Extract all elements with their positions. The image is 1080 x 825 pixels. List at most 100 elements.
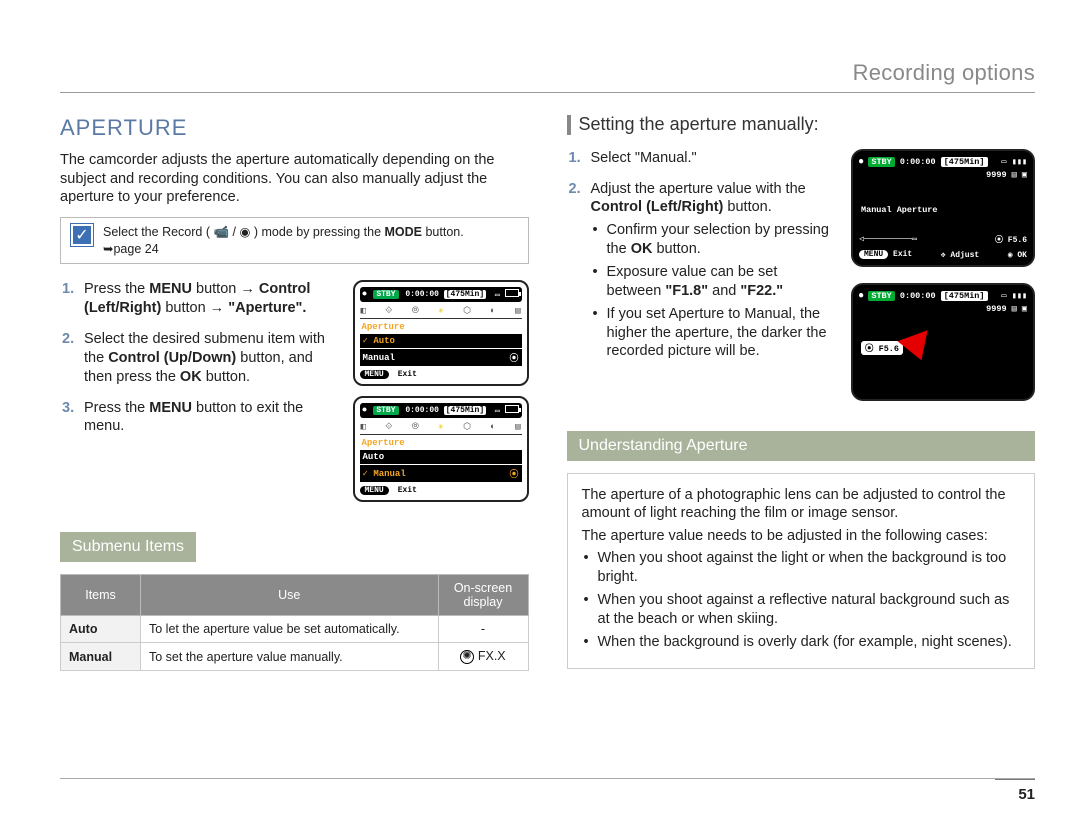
left-steps: Press the MENU button → Control (Left/Ri… xyxy=(62,280,339,436)
red-arrow-icon xyxy=(898,330,937,365)
s1c: button → xyxy=(165,300,228,316)
understand-b1: When you shoot against the light or when… xyxy=(582,549,1021,587)
s3a: Press the xyxy=(84,400,149,416)
count-4: 9999 xyxy=(986,304,1006,314)
menu-pill-2: MENU xyxy=(360,486,389,495)
understand-b2: When you shoot against a reflective natu… xyxy=(582,591,1021,629)
s1ap: "Aperture". xyxy=(228,300,306,316)
opt-auto-2: Auto xyxy=(363,452,385,462)
aperture-symbol-icon xyxy=(460,650,474,664)
left-column: APERTURE The camcorder adjusts the apert… xyxy=(60,115,529,671)
menu-caption-2: Aperture xyxy=(360,437,522,449)
remain-3: [475Min] xyxy=(941,157,988,167)
right-bullet-3: If you set Aperture to Manual, the highe… xyxy=(591,305,836,362)
battery-icon xyxy=(505,289,519,297)
menu-pill-3: MENU xyxy=(859,250,888,259)
manual-page: Recording options APERTURE The camcorder… xyxy=(0,0,1080,825)
exit-pill: Exit xyxy=(393,370,422,379)
s2ctrl: Control (Up/Down) xyxy=(108,350,236,366)
header-title: Recording options xyxy=(853,60,1035,85)
table-row: Auto To let the aperture value be set au… xyxy=(61,616,529,643)
lcd-screenshot-1: ⏺ STBY 0:00:00 [475Min] ▭ ◧⟐⦾✳⬡◐▤ Apertu… xyxy=(353,280,529,386)
aperture-icon-2: ⦿ xyxy=(509,467,518,480)
note-text: Select the Record ( 📹 / ◉ ) mode by pres… xyxy=(103,224,464,258)
td-manual: Manual xyxy=(61,643,141,671)
mode-label: MODE xyxy=(385,225,423,239)
intro-paragraph: The camcorder adjusts the aperture autom… xyxy=(60,151,529,207)
exit-pill-2: Exit xyxy=(393,486,422,495)
fval-3: F5.6 xyxy=(1008,236,1027,245)
th-items: Items xyxy=(61,575,141,616)
right-steps: Select "Manual." Adjust the aperture val… xyxy=(569,149,836,361)
s1menu: MENU xyxy=(149,281,192,297)
left-step-1: Press the MENU button → Control (Left/Ri… xyxy=(62,280,339,318)
th-use: Use xyxy=(141,575,439,616)
note-pre: Select the Record ( xyxy=(103,225,213,239)
note-box: ✓ Select the Record ( 📹 / ◉ ) mode by pr… xyxy=(60,217,529,265)
right-screenshots: ⏺ STBY 0:00:00 [475Min] ▭ ▮▮▮ 9999 ▤ ▣ M… xyxy=(851,149,1035,401)
submenu-table: Items Use On-screen display Auto To let … xyxy=(60,574,529,671)
remain-label: [475Min] xyxy=(444,290,486,299)
td-auto: Auto xyxy=(61,616,141,643)
s1a: Press the xyxy=(84,281,149,297)
lcd-screenshot-2: ⏺ STBY 0:00:00 [475Min] ▭ ◧⟐⦾✳⬡◐▤ Apertu… xyxy=(353,396,529,502)
footer-rule xyxy=(60,778,1035,779)
page-number: 51 xyxy=(995,779,1035,803)
stby-3: STBY xyxy=(868,157,894,167)
s2ok: OK xyxy=(180,369,202,385)
exit-3: Exit xyxy=(893,250,912,259)
subsection-title: Setting the aperture manually: xyxy=(567,115,1036,135)
r2a: Adjust the aperture value with the xyxy=(591,181,806,197)
header-bar: Recording options xyxy=(60,60,1035,93)
ok-3: OK xyxy=(1017,251,1027,260)
table-row: Manual To set the aperture value manuall… xyxy=(61,643,529,671)
count-3: 9999 xyxy=(986,170,1006,180)
right-step-1: Select "Manual." xyxy=(569,149,836,168)
aperture-icon: ⦿ xyxy=(509,351,518,364)
right-column: Setting the aperture manually: ⏺ STBY 0:… xyxy=(567,115,1036,671)
th-osd: On-screen display xyxy=(438,575,528,616)
battery-icon-2 xyxy=(505,405,519,413)
check-icon: ✓ xyxy=(71,224,93,246)
opt-auto: Auto xyxy=(373,336,395,346)
photo-icon: ◉ xyxy=(239,225,250,239)
time-4: 0:00:00 xyxy=(900,291,936,301)
fval-badge: ⦿ F5.6 xyxy=(861,341,903,355)
video-icon: 📹 xyxy=(213,225,229,239)
s2c: button. xyxy=(206,369,250,385)
s3menu: MENU xyxy=(149,400,192,416)
opt-manual: Manual xyxy=(363,353,395,363)
steps-and-screens: Press the MENU button → Control (Left/Ri… xyxy=(60,280,529,502)
time-label-2: 0:00:00 xyxy=(405,406,439,415)
left-screenshots: ⏺ STBY 0:00:00 [475Min] ▭ ◧⟐⦾✳⬡◐▤ Apertu… xyxy=(353,280,529,502)
understand-b3: When the background is overly dark (for … xyxy=(582,633,1021,652)
remain-label-2: [475Min] xyxy=(444,406,486,415)
s1b: button → xyxy=(196,281,259,297)
stby-4: STBY xyxy=(868,291,894,301)
note-post: button. xyxy=(425,225,463,239)
td-auto-osd: - xyxy=(438,616,528,643)
r2ctrl: Control (Left/Right) xyxy=(591,199,724,215)
understand-p1: The aperture of a photographic lens can … xyxy=(582,486,1021,523)
right-bullet-2: Exposure value can be set between "F1.8"… xyxy=(591,263,836,301)
right-bullet-1: Confirm your selection by pressing the O… xyxy=(591,221,836,259)
td-manual-use: To set the aperture value manually. xyxy=(141,643,439,671)
note-mid: ) mode by pressing the xyxy=(254,225,385,239)
td-manual-osd: FX.X xyxy=(438,643,528,671)
lcd-screenshot-4: ⏺ STBY 0:00:00 [475Min] ▭ ▮▮▮ 9999 ▤ ▣ ⦿… xyxy=(851,283,1035,401)
slider-track: ◁──────────▭ xyxy=(859,234,917,245)
submenu-heading: Submenu Items xyxy=(60,532,196,562)
understanding-box: The aperture of a photographic lens can … xyxy=(567,473,1036,669)
section-title-aperture: APERTURE xyxy=(60,115,529,141)
time-label: 0:00:00 xyxy=(405,290,439,299)
lcd-screenshot-3: ⏺ STBY 0:00:00 [475Min] ▭ ▮▮▮ 9999 ▤ ▣ M… xyxy=(851,149,1035,267)
time-3: 0:00:00 xyxy=(900,157,936,167)
right-step-2: Adjust the aperture value with the Contr… xyxy=(569,180,836,362)
left-step-2: Select the desired submenu item with the… xyxy=(62,330,339,387)
stby-label: STBY xyxy=(373,290,398,299)
remain-4: [475Min] xyxy=(941,291,988,301)
manual-aperture-label: Manual Aperture xyxy=(861,205,938,215)
adjust-3: Adjust xyxy=(950,251,979,260)
two-column-layout: APERTURE The camcorder adjusts the apert… xyxy=(60,115,1035,671)
opt-manual-2: Manual xyxy=(373,469,405,479)
